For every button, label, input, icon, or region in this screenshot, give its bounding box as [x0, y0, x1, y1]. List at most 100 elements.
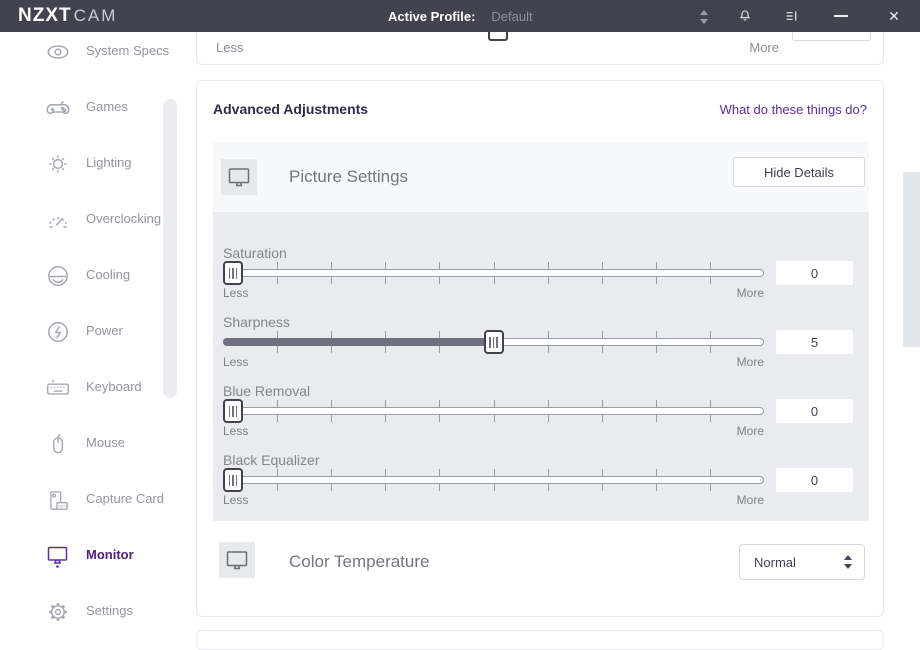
sun-icon [45, 151, 71, 181]
sidebar-item-cooling[interactable]: Cooling [0, 261, 162, 293]
active-profile: Active Profile: Default [388, 0, 533, 32]
mouse-icon [45, 431, 71, 461]
nzxt-cam-logo: NZXTCAM [18, 5, 117, 27]
slider-handle[interactable] [223, 261, 243, 285]
sidebar-item-games[interactable]: Games [0, 93, 162, 125]
slider-row-blue-removal: Blue Removal Less More [213, 383, 869, 449]
slider-value-input[interactable] [776, 261, 853, 285]
capture-card-icon: NZXT [45, 487, 71, 517]
title-bar: NZXTCAM Active Profile: Default ✕ [0, 0, 920, 32]
sidebar-item-power[interactable]: Power [0, 317, 162, 349]
monitor-icon [219, 542, 255, 578]
card-partial-bottom [196, 630, 884, 650]
slider-handle[interactable] [223, 399, 243, 423]
sidebar-item-system-specs[interactable]: System Specs [0, 37, 162, 69]
minimize-button[interactable] [834, 15, 848, 17]
hide-details-button[interactable]: Hide Details [733, 157, 865, 187]
slider-fill [223, 338, 494, 346]
monitor-icon [221, 159, 257, 195]
slider-track[interactable] [223, 469, 764, 491]
slider-handle[interactable] [488, 32, 508, 41]
slider-tube [223, 407, 764, 415]
advanced-adjustments-card: Advanced Adjustments What do these thing… [196, 80, 884, 617]
close-button[interactable]: ✕ [886, 8, 902, 24]
slider-handle[interactable] [223, 468, 243, 492]
slider-value-input[interactable] [776, 399, 853, 423]
gear-icon [45, 599, 71, 629]
less-label: Less [223, 424, 248, 438]
slider-label: Blue Removal [223, 383, 310, 399]
sidebar-item-capture-card[interactable]: NZXT Capture Card [0, 485, 162, 517]
slider-label: Sharpness [223, 314, 290, 330]
sidebar-label: Cooling [86, 267, 130, 282]
select-arrows-icon [842, 555, 854, 569]
slider-row-black-equalizer: Black Equalizer Less More [213, 452, 869, 518]
slider-row-saturation: Saturation Less More [213, 245, 869, 311]
sidebar-label: Settings [86, 603, 133, 618]
gamepad-icon [45, 95, 71, 125]
sidebar-label: Keyboard [86, 379, 142, 394]
sidebar-label: System Specs [86, 43, 169, 58]
active-profile-value[interactable]: Default [491, 9, 532, 24]
more-label: More [737, 493, 764, 507]
color-temperature-title: Color Temperature [289, 526, 429, 598]
svg-text:NZXT: NZXT [58, 504, 68, 508]
sidebar-label: Games [86, 99, 128, 114]
active-profile-label: Active Profile: [388, 9, 475, 24]
slider-less-label: Less [216, 40, 243, 55]
logo-cam: CAM [74, 6, 118, 25]
color-temperature-row: Color Temperature Normal [197, 526, 885, 598]
sidebar-label: Lighting [86, 155, 132, 170]
less-label: Less [223, 286, 248, 300]
sidebar-label: Capture Card [86, 491, 164, 506]
sidebar-item-overclocking[interactable]: Overclocking [0, 205, 162, 237]
slider-tube [223, 476, 764, 484]
profile-sort-icon[interactable] [696, 9, 712, 25]
slider-row-sharpness: Sharpness Less More [213, 314, 869, 380]
sliders-panel: Saturation Less More Sharpness Less More [213, 212, 869, 521]
section-title: Advanced Adjustments [213, 101, 368, 117]
keyboard-icon [45, 375, 71, 405]
card-partial-top: Less More [196, 32, 884, 65]
slider-more-label: More [749, 40, 779, 55]
sidebar-item-mouse[interactable]: Mouse [0, 429, 162, 461]
monitor-icon [45, 543, 71, 573]
sidebar-label: Overclocking [86, 211, 161, 226]
power-bolt-icon [45, 319, 71, 349]
picture-settings-header: Picture Settings Hide Details [213, 142, 869, 212]
slider-handle[interactable] [484, 330, 504, 354]
picture-settings-title: Picture Settings [289, 142, 408, 212]
main-scrollbar-thumb[interactable] [903, 172, 920, 347]
notifications-bell-icon[interactable] [737, 8, 753, 24]
sidebar-label: Mouse [86, 435, 125, 450]
color-temperature-select[interactable]: Normal [739, 544, 865, 580]
sidebar-item-monitor[interactable]: Monitor [0, 541, 162, 573]
more-label: More [737, 424, 764, 438]
more-label: More [737, 355, 764, 369]
more-label: More [737, 286, 764, 300]
slider-track[interactable] [223, 331, 764, 353]
slider-track[interactable] [223, 400, 764, 422]
logo-nzxt: NZXT [18, 5, 72, 26]
sidebar-item-keyboard[interactable]: Keyboard [0, 373, 162, 405]
sidebar-label: Monitor [86, 547, 134, 562]
dock-panel-icon[interactable] [784, 8, 800, 24]
slider-value-input[interactable] [792, 32, 871, 41]
slider-label: Black Equalizer [223, 452, 320, 468]
less-label: Less [223, 355, 248, 369]
sidebar-label: Power [86, 323, 123, 338]
eye-icon [45, 39, 71, 69]
gauge-icon [45, 207, 71, 237]
help-link[interactable]: What do these things do? [720, 102, 867, 117]
sidebar-item-lighting[interactable]: Lighting [0, 149, 162, 181]
sidebar-item-settings[interactable]: Settings [0, 597, 162, 629]
color-temperature-value: Normal [754, 555, 796, 570]
cooling-icon [45, 263, 71, 293]
slider-value-input[interactable] [776, 330, 853, 354]
less-label: Less [223, 493, 248, 507]
slider-track[interactable] [223, 262, 764, 284]
slider-value-input[interactable] [776, 468, 853, 492]
sidebar-scrollbar-thumb[interactable] [163, 99, 177, 398]
sidebar: System Specs Games Lighting Overclocking [0, 32, 196, 640]
slider-label: Saturation [223, 245, 287, 261]
